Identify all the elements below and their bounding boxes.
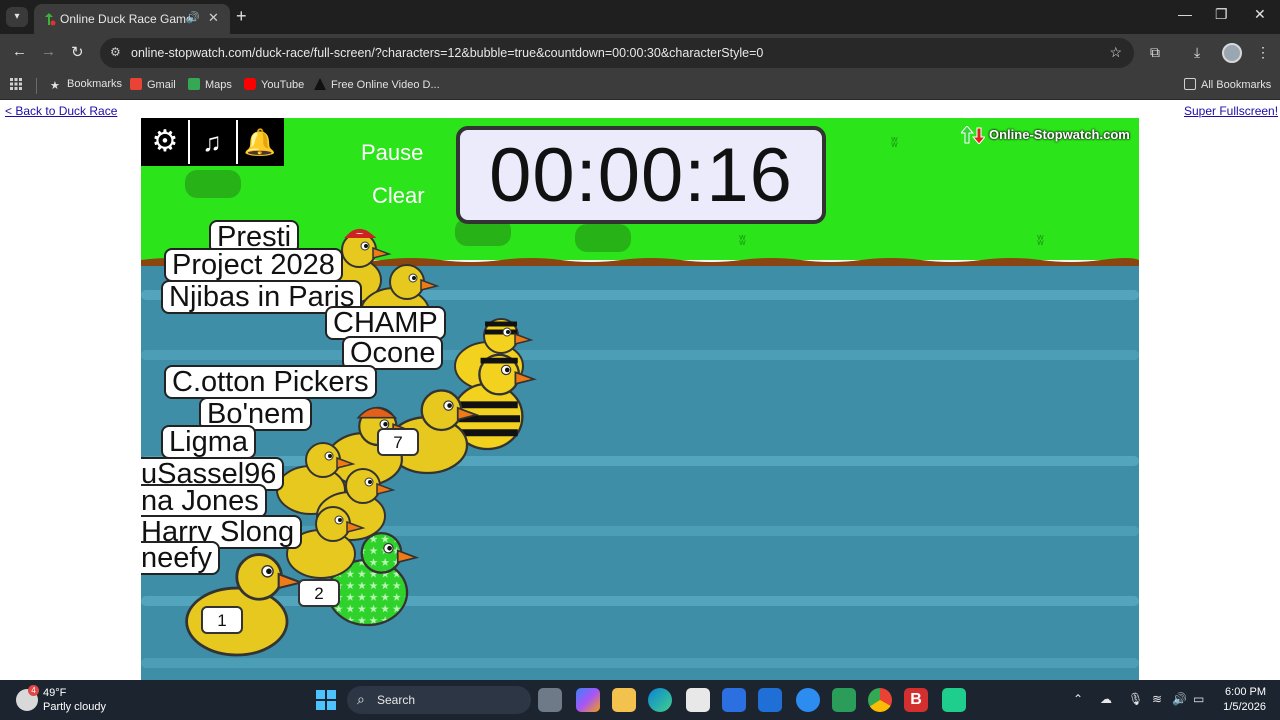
wave [141, 350, 1139, 360]
lane-number-badge: 2 [298, 579, 340, 607]
weather-temperature[interactable]: 49°F [43, 687, 66, 699]
clock-time: 6:00 PM [1225, 686, 1266, 698]
site-info-icon[interactable]: ⚙ [110, 45, 121, 59]
copilot-icon[interactable] [576, 688, 600, 712]
file-explorer-icon[interactable] [612, 688, 636, 712]
browser-toolbar: ← → ↻ ⚙ online-stopwatch.com/duck-race/f… [0, 34, 1280, 72]
microphone-icon[interactable]: 🎙 [1128, 692, 1143, 706]
store-icon[interactable] [686, 688, 710, 712]
tab-title: Online Duck Race Game [60, 12, 193, 26]
weather-description[interactable]: Partly cloudy [43, 701, 106, 713]
restore-icon[interactable]: ❐ [1215, 6, 1228, 23]
bush-decoration [185, 170, 241, 198]
reload-icon[interactable]: ↻ [71, 43, 84, 61]
edge-icon[interactable] [648, 688, 672, 712]
maps-icon [188, 78, 200, 90]
duck-name-bubble: Ligma [161, 425, 256, 459]
windows-taskbar: 4 49°F Partly cloudy ⌕ Search B ⌃ ☁ 🎙 ≋ … [0, 680, 1280, 720]
wifi-icon[interactable]: ≋ [1152, 692, 1162, 706]
youtube-icon [244, 78, 256, 90]
tab-audio-icon[interactable]: 🔊 [186, 11, 200, 24]
back-arrow-icon[interactable]: ← [12, 43, 27, 60]
lane-number-badge: 1 [201, 606, 243, 634]
clear-button[interactable]: Clear [372, 183, 425, 209]
super-fullscreen-link[interactable]: Super Fullscreen! [1184, 104, 1278, 118]
settings-gear-icon[interactable]: ⚙ [143, 124, 187, 160]
bookmark-maps[interactable]: Maps [188, 78, 232, 91]
tab-search-menu[interactable]: ▾ [6, 7, 28, 27]
app-blue-icon[interactable] [722, 688, 746, 712]
tab-duck-race[interactable]: Online Duck Race Game 🔊 ✕ [34, 4, 230, 34]
bookmark-gmail[interactable]: Gmail [130, 78, 176, 91]
system-clock[interactable]: 6:00 PM 1/5/2026 [1223, 685, 1266, 715]
windows-start-icon[interactable] [314, 688, 338, 712]
grass-tuft-decoration: ʬ [1037, 232, 1044, 248]
profile-avatar[interactable] [1222, 43, 1242, 63]
zoom-icon[interactable] [758, 688, 782, 712]
search-icon: ⌕ [357, 691, 365, 707]
bookmark-star-icon[interactable]: ☆ [1109, 44, 1122, 61]
bookmark-free-video[interactable]: Free Online Video D... [314, 78, 440, 91]
app-green-icon[interactable] [832, 688, 856, 712]
bookmark-youtube[interactable]: YouTube [244, 78, 304, 91]
all-bookmarks[interactable]: All Bookmarks [1184, 78, 1271, 91]
search-label: Search [377, 693, 416, 707]
tab-close-icon[interactable]: ✕ [208, 10, 219, 26]
forward-arrow-icon[interactable]: → [41, 43, 56, 60]
lane-number-badge: 7 [377, 428, 419, 456]
bookmarks-divider [36, 78, 37, 94]
bush-decoration [575, 224, 631, 252]
race-timer: 00:00:16 [456, 126, 826, 224]
url-text[interactable]: online-stopwatch.com/duck-race/full-scre… [131, 46, 763, 60]
gmail-icon [130, 78, 142, 90]
close-window-icon[interactable]: ✕ [1254, 6, 1266, 23]
grass-tuft-decoration: ʬ [739, 232, 746, 248]
wave [141, 658, 1139, 668]
game-control-box: ⚙ ♫ 🔔 [141, 118, 284, 166]
duck-race-stage[interactable]: ʬ ʬ ʬ ⚙ ♫ 🔔 Pause Clear 00:00:16 Online-… [141, 118, 1139, 680]
duck-name-bubble: CHAMP [325, 306, 446, 340]
app-teal-icon[interactable] [942, 688, 966, 712]
download-icon[interactable]: ⤓ [1194, 44, 1200, 61]
bell-sound-icon[interactable]: 🔔 [238, 124, 282, 160]
logo-arrows-icon [961, 126, 985, 144]
timer-display: 00:00:16 [489, 133, 793, 218]
bookmark-bookmarks[interactable]: ★ Bookmarks [50, 78, 122, 92]
triangle-logo-icon [314, 78, 326, 90]
grass-tuft-decoration: ʬ [891, 134, 898, 150]
volume-icon[interactable]: 🔊 [1172, 692, 1187, 706]
chrome-icon[interactable] [868, 688, 892, 712]
logo-text: Online-Stopwatch.com [989, 127, 1130, 142]
duck-name-bubble: neefy [141, 541, 220, 575]
duck-name-bubble: Project 2028 [164, 248, 343, 282]
app-circle-icon[interactable] [796, 688, 820, 712]
tab-strip: ▾ Online Duck Race Game 🔊 ✕ + — ❐ ✕ [0, 0, 1280, 34]
star-icon: ★ [50, 80, 60, 92]
bookmarks-bar: ★ Bookmarks Gmail Maps YouTube Free Onlin… [0, 72, 1280, 100]
taskbar-search[interactable]: ⌕ Search [347, 686, 531, 714]
minimize-icon[interactable]: — [1178, 6, 1192, 22]
menu-kebab-icon[interactable]: ⋮ [1256, 44, 1270, 61]
music-toggle-icon[interactable]: ♫ [190, 124, 234, 160]
onedrive-icon[interactable]: ☁ [1100, 692, 1112, 706]
address-bar[interactable]: ⚙ online-stopwatch.com/duck-race/full-sc… [100, 38, 1134, 68]
apps-grid-icon[interactable] [10, 78, 22, 93]
duck-name-bubble: C.otton Pickers [164, 365, 377, 399]
new-tab-button[interactable]: + [236, 6, 247, 27]
extensions-icon[interactable]: ⧉ [1150, 44, 1160, 61]
battery-icon[interactable]: ▭ [1193, 692, 1204, 706]
site-favicon-icon [45, 13, 56, 26]
task-view-icon[interactable] [538, 688, 562, 712]
clock-date: 1/5/2026 [1223, 701, 1266, 713]
pause-button[interactable]: Pause [361, 140, 423, 166]
weather-notification-badge: 4 [28, 685, 39, 696]
duck-name-bubble: na Jones [141, 484, 267, 518]
app-b-icon[interactable]: B [904, 688, 928, 712]
back-to-duck-race-link[interactable]: < Back to Duck Race [5, 104, 117, 118]
folder-icon [1184, 78, 1196, 90]
show-hidden-icons-icon[interactable]: ⌃ [1073, 692, 1083, 706]
online-stopwatch-logo[interactable]: Online-Stopwatch.com [959, 124, 1135, 144]
